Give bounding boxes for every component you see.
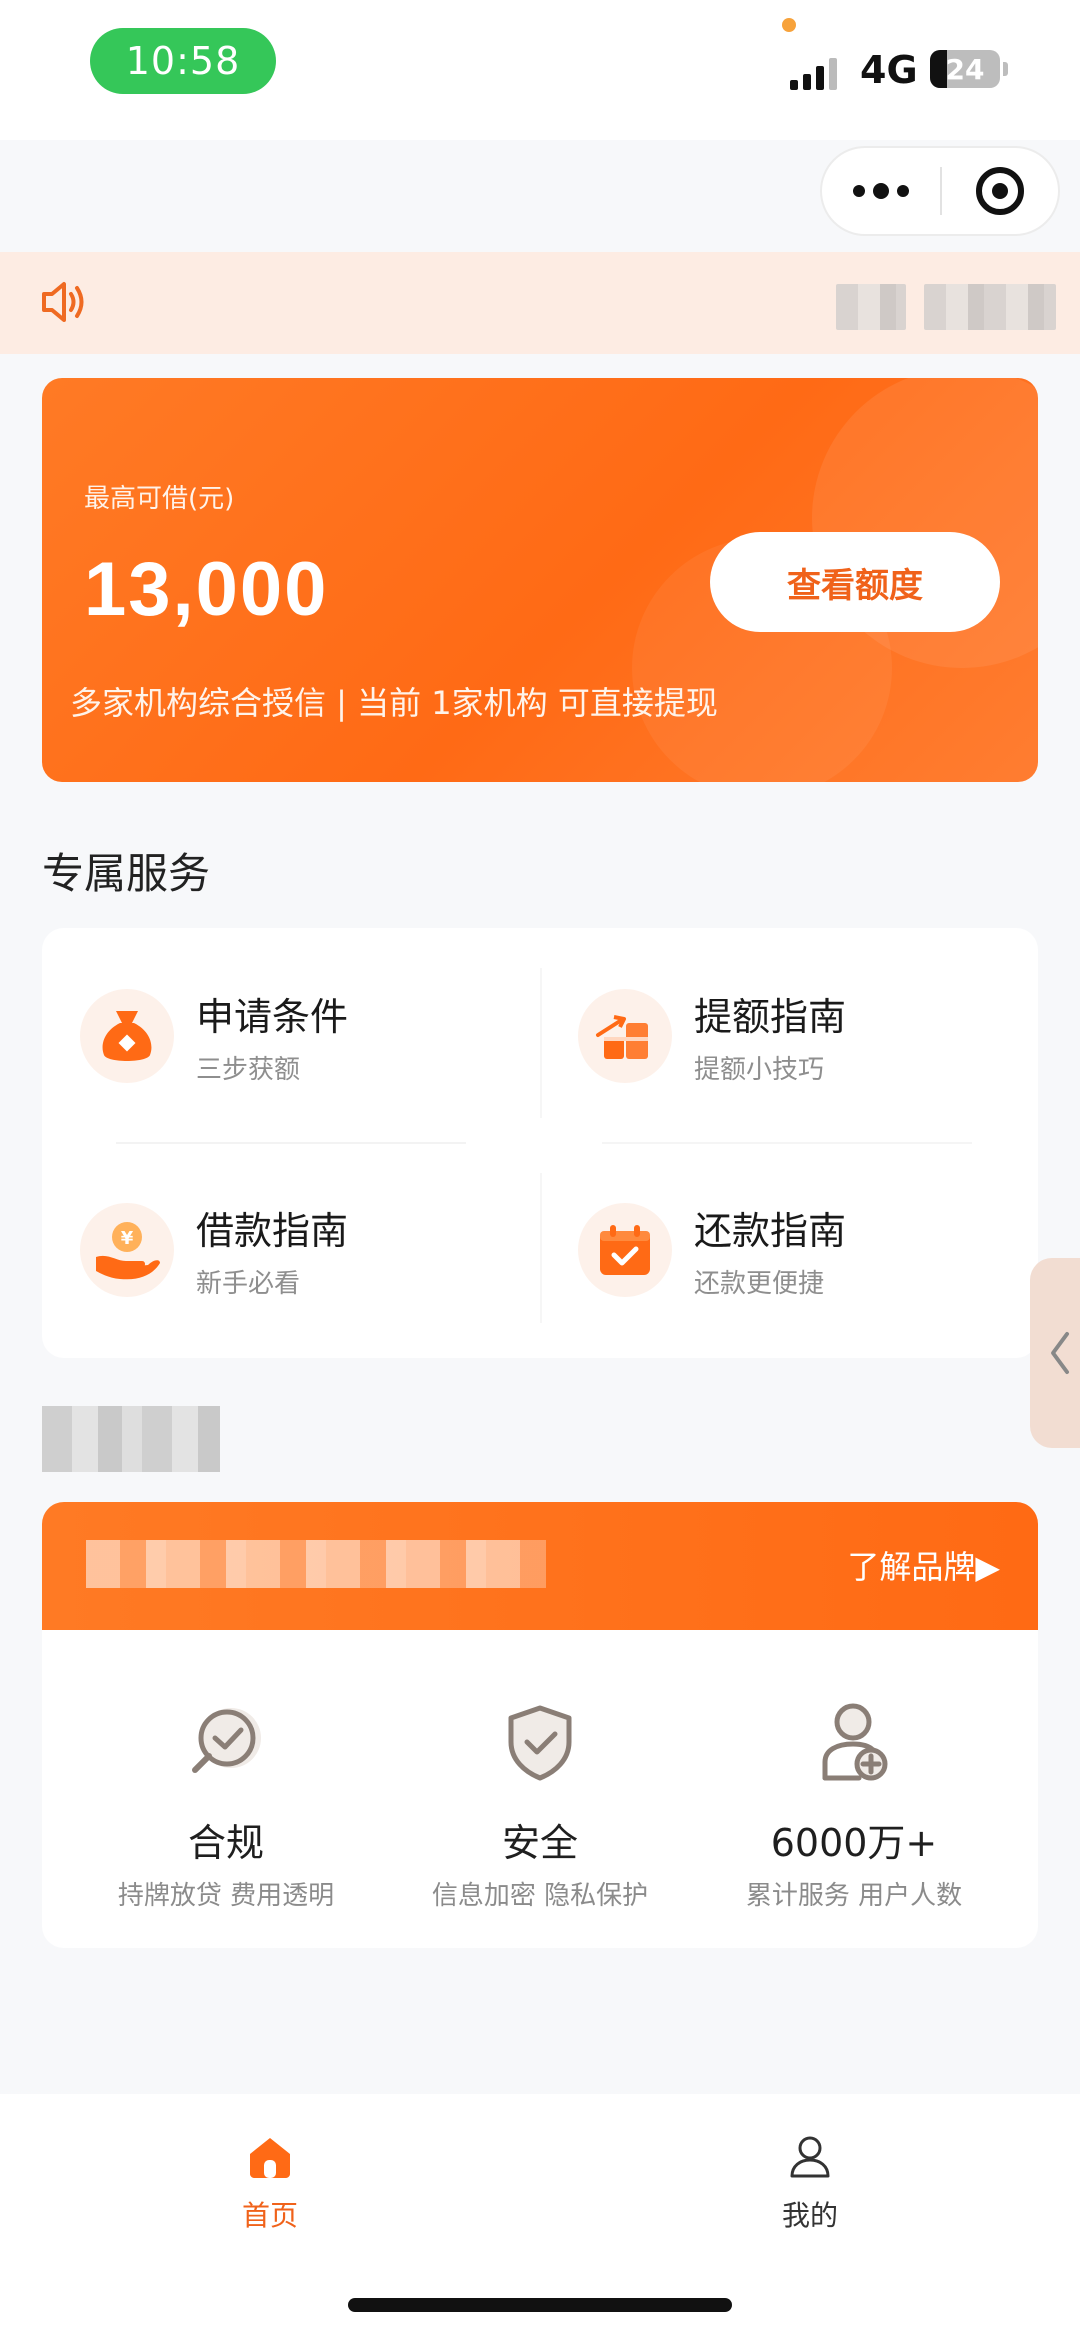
service-subtitle: 新手必看 <box>196 1269 301 1299</box>
miniprogram-capsule <box>820 146 1060 236</box>
feature-title: 6000万+ <box>770 1821 938 1865</box>
svg-text:¥: ¥ <box>121 1228 134 1249</box>
chevron-left-icon <box>1051 1332 1069 1374</box>
home-icon <box>250 2138 290 2178</box>
divider <box>540 1173 542 1323</box>
status-time: 10:58 <box>90 28 276 94</box>
feature-users: 6000万+ 累计服务 用户人数 <box>694 1698 1014 1912</box>
home-indicator <box>348 2298 732 2312</box>
growth-chart-icon <box>578 989 672 1083</box>
brand-name-redacted <box>86 1540 546 1588</box>
feature-security: 安全 信息加密 隐私保护 <box>380 1698 700 1912</box>
feature-title: 合规 <box>187 1821 264 1865</box>
tab-profile-label: 我的 <box>781 2199 838 2232</box>
profile-icon <box>790 2136 830 2178</box>
feature-subtitle: 累计服务 用户人数 <box>745 1881 963 1911</box>
service-subtitle: 提额小技巧 <box>694 1055 825 1085</box>
divider <box>540 968 542 1118</box>
divider <box>602 1142 972 1144</box>
brand-header[interactable]: 了解品牌▶ <box>42 1502 1038 1630</box>
service-title: 申请条件 <box>196 995 349 1039</box>
yuan-coin-hand-icon: ¥ <box>80 1203 174 1297</box>
service-title: 提额指南 <box>694 995 847 1039</box>
tab-profile[interactable]: 我的 <box>710 2132 910 2234</box>
feature-title: 安全 <box>501 1821 578 1865</box>
target-close-icon <box>975 167 1024 215</box>
battery-icon: 24 <box>930 50 1000 88</box>
tab-home[interactable]: 首页 <box>170 2132 370 2234</box>
battery-level: 24 <box>945 52 985 86</box>
tab-home-label: 首页 <box>241 2199 298 2232</box>
brand-section-title-redacted <box>42 1406 220 1472</box>
speaker-icon <box>42 282 84 322</box>
services-card: 申请条件 三步获额 提额指南 提额小技巧 ¥ 借款指南 新手必看 还款指南 还款… <box>42 928 1038 1358</box>
magnifier-check-icon <box>192 1708 261 1773</box>
battery-tip <box>1003 62 1008 76</box>
service-item-limit-guide[interactable]: 提额指南 提额小技巧 <box>578 986 846 1086</box>
service-item-repayment-guide[interactable]: 还款指南 还款更便捷 <box>578 1200 846 1300</box>
service-item-borrowing-guide[interactable]: ¥ 借款指南 新手必看 <box>80 1200 348 1300</box>
loan-limit-amount: 13,000 <box>84 547 329 632</box>
calendar-check-icon <box>578 1203 672 1297</box>
view-limit-button[interactable]: 查看额度 <box>710 532 1000 632</box>
notice-bar[interactable] <box>0 252 1080 354</box>
status-bar: 10:58 4G 24 <box>0 0 1080 140</box>
service-subtitle: 还款更便捷 <box>694 1269 825 1299</box>
more-dots-icon[interactable] <box>822 148 940 234</box>
shield-check-icon <box>508 1705 572 1781</box>
notice-text-redacted <box>924 284 1056 330</box>
learn-brand-link[interactable]: 了解品牌▶ <box>847 1542 1000 1588</box>
service-item-application-conditions[interactable]: 申请条件 三步获额 <box>80 986 348 1086</box>
loan-limit-description: 多家机构综合授信 | 当前 1家机构 可直接提现 <box>70 684 718 722</box>
feature-subtitle: 信息加密 隐私保护 <box>431 1881 649 1911</box>
service-title: 借款指南 <box>196 1209 349 1253</box>
mic-indicator-dot <box>782 18 796 32</box>
exclusive-services-title: 专属服务 <box>42 849 211 898</box>
divider <box>116 1142 466 1144</box>
service-title: 还款指南 <box>694 1209 847 1253</box>
user-add-icon <box>822 1703 888 1781</box>
side-drawer-handle[interactable] <box>1030 1258 1080 1448</box>
brand-card: 了解品牌▶ 合规 持牌放贷 费用透明 安全 信息加密 隐私保护 6000万+ 累… <box>42 1502 1038 1948</box>
network-label: 4G <box>860 48 918 92</box>
capsule-close-button[interactable] <box>942 148 1058 234</box>
feature-compliance: 合规 持牌放贷 费用透明 <box>66 1698 386 1912</box>
service-subtitle: 三步获额 <box>196 1055 301 1085</box>
money-bag-icon <box>80 989 174 1083</box>
loan-limit-card: 最高可借(元) 13,000 查看额度 多家机构综合授信 | 当前 1家机构 可… <box>42 378 1038 782</box>
notice-text-redacted <box>836 284 906 330</box>
signal-icon <box>790 56 837 90</box>
feature-subtitle: 持牌放贷 费用透明 <box>117 1881 335 1911</box>
loan-limit-label: 最高可借(元) <box>84 484 235 514</box>
